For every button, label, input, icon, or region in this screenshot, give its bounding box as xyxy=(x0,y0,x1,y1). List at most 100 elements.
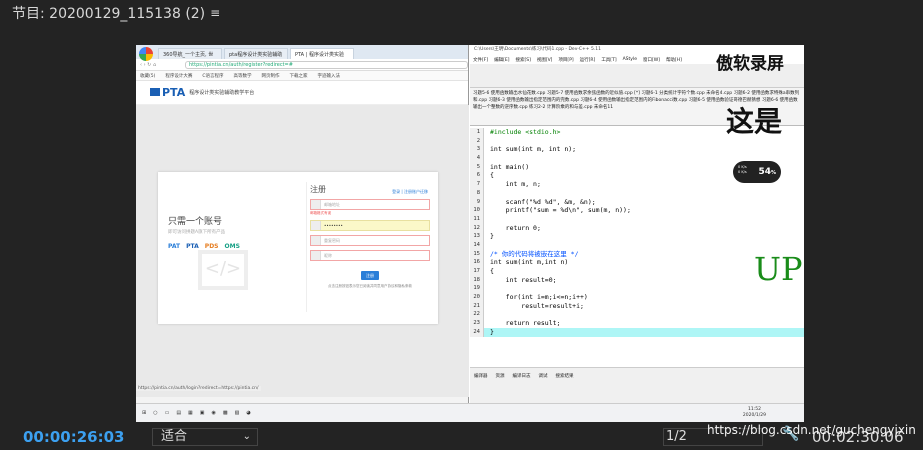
browser-tab[interactable]: pta程序设计类实验辅助 xyxy=(224,48,288,59)
fold-marker-icon[interactable] xyxy=(484,284,490,293)
code-text: printf("sum = %d\n", sum(m, n)); xyxy=(490,206,631,215)
menu-item[interactable]: 搜索[S] xyxy=(515,57,530,63)
zoom-select[interactable]: 适合 ⌄ xyxy=(152,428,258,446)
app-icon[interactable]: ▧ xyxy=(235,410,240,416)
chevron-down-icon: ⌄ xyxy=(242,431,251,442)
user-icon xyxy=(311,251,321,260)
code-line[interactable]: 8 xyxy=(470,188,804,198)
line-number: 8 xyxy=(470,188,484,198)
brand-oms: OMS xyxy=(224,243,240,250)
confirm-password-field[interactable]: 重复密码 xyxy=(310,235,430,246)
pta-logo-icon xyxy=(150,88,160,96)
bottom-tab[interactable]: 编译日志 xyxy=(513,373,531,379)
site-logo[interactable]: PTA xyxy=(150,86,185,99)
calculator-icon[interactable]: ▦ xyxy=(188,410,193,416)
code-line[interactable]: 9 scanf("%d %d", &m, &n); xyxy=(470,197,804,207)
windows-start-icon[interactable]: ⊞ xyxy=(142,410,146,416)
taskbar-clock[interactable]: 11:52 2020/1/29 xyxy=(743,407,766,419)
app-icon[interactable]: ▩ xyxy=(223,410,228,416)
code-text: #include <stdio.h> xyxy=(490,128,561,136)
register-button[interactable]: 注册 xyxy=(361,271,379,280)
menu-item[interactable]: 帮助[H] xyxy=(666,57,682,63)
code-line[interactable]: 24} xyxy=(470,327,804,337)
bookmark-item[interactable]: 网页制作 xyxy=(262,73,280,79)
bottom-tab[interactable]: 资源 xyxy=(496,373,505,379)
address-bar: ‹ › ↻ ⌂ https://pintia.cn/auth/register?… xyxy=(136,59,468,71)
browser-icon[interactable]: ◕ xyxy=(246,410,250,416)
nickname-field[interactable]: 昵称 xyxy=(310,250,430,261)
program-title: 节目: 20200129_115138 (2) xyxy=(12,6,206,22)
code-line[interactable]: 21 result=result+i; xyxy=(470,301,804,311)
code-text: return result; xyxy=(490,319,561,328)
fold-marker-icon[interactable] xyxy=(484,241,490,250)
bookmark-item[interactable]: 收藏(5) xyxy=(140,73,155,79)
current-timecode[interactable]: 00:00:26:03 xyxy=(23,428,125,446)
email-field[interactable]: 邮箱地址 xyxy=(310,199,430,210)
code-text: } xyxy=(490,327,494,337)
fold-marker-icon[interactable] xyxy=(484,189,490,198)
folder-icon[interactable]: ▤ xyxy=(176,410,181,416)
fold-marker-icon[interactable] xyxy=(484,154,490,163)
register-links[interactable]: 登录 | 注册账户迁移 xyxy=(392,189,428,195)
recorder-watermark: 傲软录屏 xyxy=(716,54,784,74)
speed-badge: 0 K/s 0 K/s 54% xyxy=(733,161,781,183)
code-line[interactable]: 13} xyxy=(470,232,804,241)
bottom-tab[interactable]: 调试 xyxy=(539,373,548,379)
code-text: int sum(int m,int n) xyxy=(490,258,569,267)
bookmark-item[interactable]: 下载之家 xyxy=(290,73,308,79)
search-icon[interactable]: ○ xyxy=(153,410,157,416)
menu-item[interactable]: 文件[F] xyxy=(473,57,488,63)
bookmark-item[interactable]: 字迹输入法 xyxy=(318,73,341,79)
bookmarks-bar: 收藏(5) 程序设计大赛 C语言程序 高等数学 网页制作 下载之家 字迹输入法 xyxy=(136,71,468,81)
password-field[interactable]: •••••••• xyxy=(310,220,430,231)
bottom-tab[interactable]: 编译器 xyxy=(474,373,488,379)
menu-item[interactable]: 工具[T] xyxy=(601,57,616,63)
line-number: 9 xyxy=(470,197,484,207)
app-icon[interactable]: ▣ xyxy=(200,410,205,416)
bookmark-item[interactable]: 高等数学 xyxy=(234,73,252,79)
fold-marker-icon[interactable] xyxy=(484,137,490,146)
menu-item[interactable]: 窗口[W] xyxy=(643,57,660,63)
code-line[interactable]: 20 for(int i=m;i<=n;i++) xyxy=(470,293,804,302)
code-line[interactable]: 12 return 0; xyxy=(470,223,804,233)
menu-item[interactable]: 运行[R] xyxy=(580,57,596,63)
email-error: 邮箱格式有误 xyxy=(310,211,331,215)
line-number: 16 xyxy=(470,258,484,267)
line-number: 13 xyxy=(470,232,484,241)
fold-marker-icon[interactable] xyxy=(484,310,490,319)
code-text: result=result+i; xyxy=(490,301,584,310)
nav-arrows-icon[interactable]: ‹ › ↻ ⌂ xyxy=(140,62,185,68)
app-icon[interactable]: ◉ xyxy=(212,410,216,416)
line-number: 11 xyxy=(470,214,484,224)
taskview-icon[interactable]: ▭ xyxy=(165,410,170,416)
bookmark-item[interactable]: C语言程序 xyxy=(202,73,223,79)
code-line[interactable]: 14 xyxy=(470,240,804,250)
menu-icon[interactable]: ≡ xyxy=(210,6,220,20)
bottom-tab[interactable]: 搜索结果 xyxy=(556,373,574,379)
code-line[interactable]: 10 printf("sum = %d\n", sum(m, n)); xyxy=(470,206,804,215)
ide-bottom-panel: 编译器 资源 编译日志 调试 搜索结果 xyxy=(470,367,804,403)
lock-icon xyxy=(311,236,321,245)
menu-item[interactable]: AStyle xyxy=(623,57,637,62)
line-number: 24 xyxy=(470,327,484,337)
code-text: { xyxy=(490,171,494,180)
browser-tab-active[interactable]: PTA | 程序设计类实验 xyxy=(290,48,354,59)
menu-item[interactable]: 编辑[E] xyxy=(494,57,509,63)
code-line[interactable]: 22 xyxy=(470,310,804,320)
code-text: int main() xyxy=(490,162,530,171)
code-line[interactable]: 11 xyxy=(470,214,804,224)
menu-item[interactable]: 视图[V] xyxy=(537,57,553,63)
browser-tab[interactable]: 360导航_一个主页, 世 xyxy=(158,48,222,59)
line-number: 23 xyxy=(470,319,484,328)
fold-marker-icon[interactable] xyxy=(484,215,490,224)
bookmark-item[interactable]: 程序设计大赛 xyxy=(165,73,192,79)
code-line[interactable]: 23 return result; xyxy=(470,319,804,328)
line-number: 18 xyxy=(470,275,484,285)
url-input[interactable]: https://pintia.cn/auth/register?redirect… xyxy=(185,60,468,69)
line-number: 14 xyxy=(470,240,484,250)
code-line[interactable]: 3 int sum(int m, int n); xyxy=(470,145,804,155)
menu-item[interactable]: 项目[P] xyxy=(558,57,573,63)
speed-mini: 0 K/s 0 K/s xyxy=(738,165,747,174)
site-title: PTA xyxy=(162,86,186,99)
card-heading: 只需一个账号 xyxy=(168,217,223,227)
